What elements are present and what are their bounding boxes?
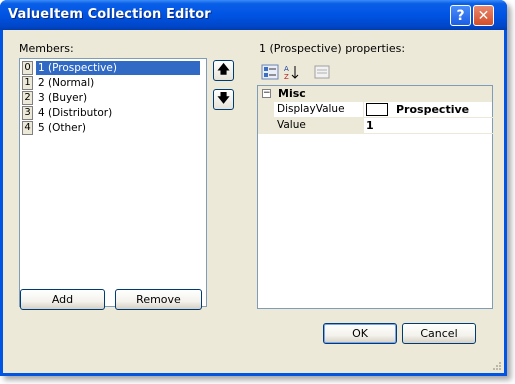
category-row[interactable]: − Misc [258,86,492,102]
property-grid[interactable]: − Misc DisplayValue Prospective Value 1 [257,85,494,309]
alphabetical-button[interactable]: A Z [281,62,303,82]
dialog-client: Members: 0 1 (Prospective) 1 2 (Normal) … [3,30,504,373]
item-index: 1 [22,76,33,90]
list-item[interactable]: 1 2 (Normal) [22,76,202,91]
item-index: 3 [22,106,33,120]
help-icon: ? [456,7,465,24]
item-index: 0 [22,61,33,75]
list-item[interactable]: 2 3 (Buyer) [22,91,202,106]
move-up-button[interactable]: 🡅 [213,60,234,81]
cancel-button[interactable]: Cancel [402,323,476,344]
property-row[interactable]: DisplayValue Prospective [258,102,494,118]
property-pages-icon [314,65,330,79]
resize-grip-icon[interactable] [492,361,502,371]
members-label: Members: [19,42,74,55]
property-name: Value [274,118,364,134]
item-label: 5 (Other) [38,122,87,134]
item-label: 2 (Normal) [38,77,95,89]
close-button[interactable]: ✕ [473,5,494,26]
property-name: DisplayValue [274,102,364,118]
property-value-text: Prospective [396,103,470,116]
ok-button-label: OK [352,327,368,340]
collapse-icon[interactable]: − [262,89,271,98]
category-label: Misc [278,87,306,100]
property-value[interactable]: Prospective [364,102,494,118]
arrow-up-icon: 🡅 [217,62,230,76]
color-swatch-icon [366,102,388,116]
add-button[interactable]: Add [20,289,105,310]
list-item[interactable]: 4 5 (Other) [22,121,202,136]
svg-text:A: A [284,65,289,73]
item-label: 1 (Prospective) [36,61,200,75]
remove-button-label: Remove [136,293,181,306]
close-icon: ✕ [477,7,490,24]
list-item[interactable]: 0 1 (Prospective) [22,61,202,76]
item-index: 2 [22,91,33,105]
remove-button[interactable]: Remove [115,289,202,310]
property-value[interactable]: 1 [364,118,494,134]
cancel-button-label: Cancel [420,327,458,340]
move-down-button[interactable]: 🡇 [213,89,234,110]
alphabetical-icon: A Z [284,65,299,80]
item-label: 4 (Distributor) [38,107,113,119]
item-index: 4 [22,121,33,135]
properties-label: 1 (Prospective) properties: [259,42,406,55]
categorized-button[interactable] [259,62,281,82]
add-button-label: Add [51,293,74,306]
property-row[interactable]: Value 1 [258,118,494,134]
arrow-down-icon: 🡇 [217,91,230,105]
dialog-window: ValueItem Collection Editor ? ✕ Members:… [0,0,507,376]
list-item[interactable]: 3 4 (Distributor) [22,106,202,121]
ok-button[interactable]: OK [323,323,397,344]
members-list[interactable]: 0 1 (Prospective) 1 2 (Normal) 2 3 (Buye… [19,58,207,307]
title-bar[interactable]: ValueItem Collection Editor ? ✕ [0,0,507,30]
item-label: 3 (Buyer) [38,92,88,104]
property-pages-button[interactable] [311,62,333,82]
window-title: ValueItem Collection Editor [8,7,211,22]
svg-text:Z: Z [284,73,289,80]
help-button[interactable]: ? [450,5,471,26]
categorized-icon [261,64,279,80]
